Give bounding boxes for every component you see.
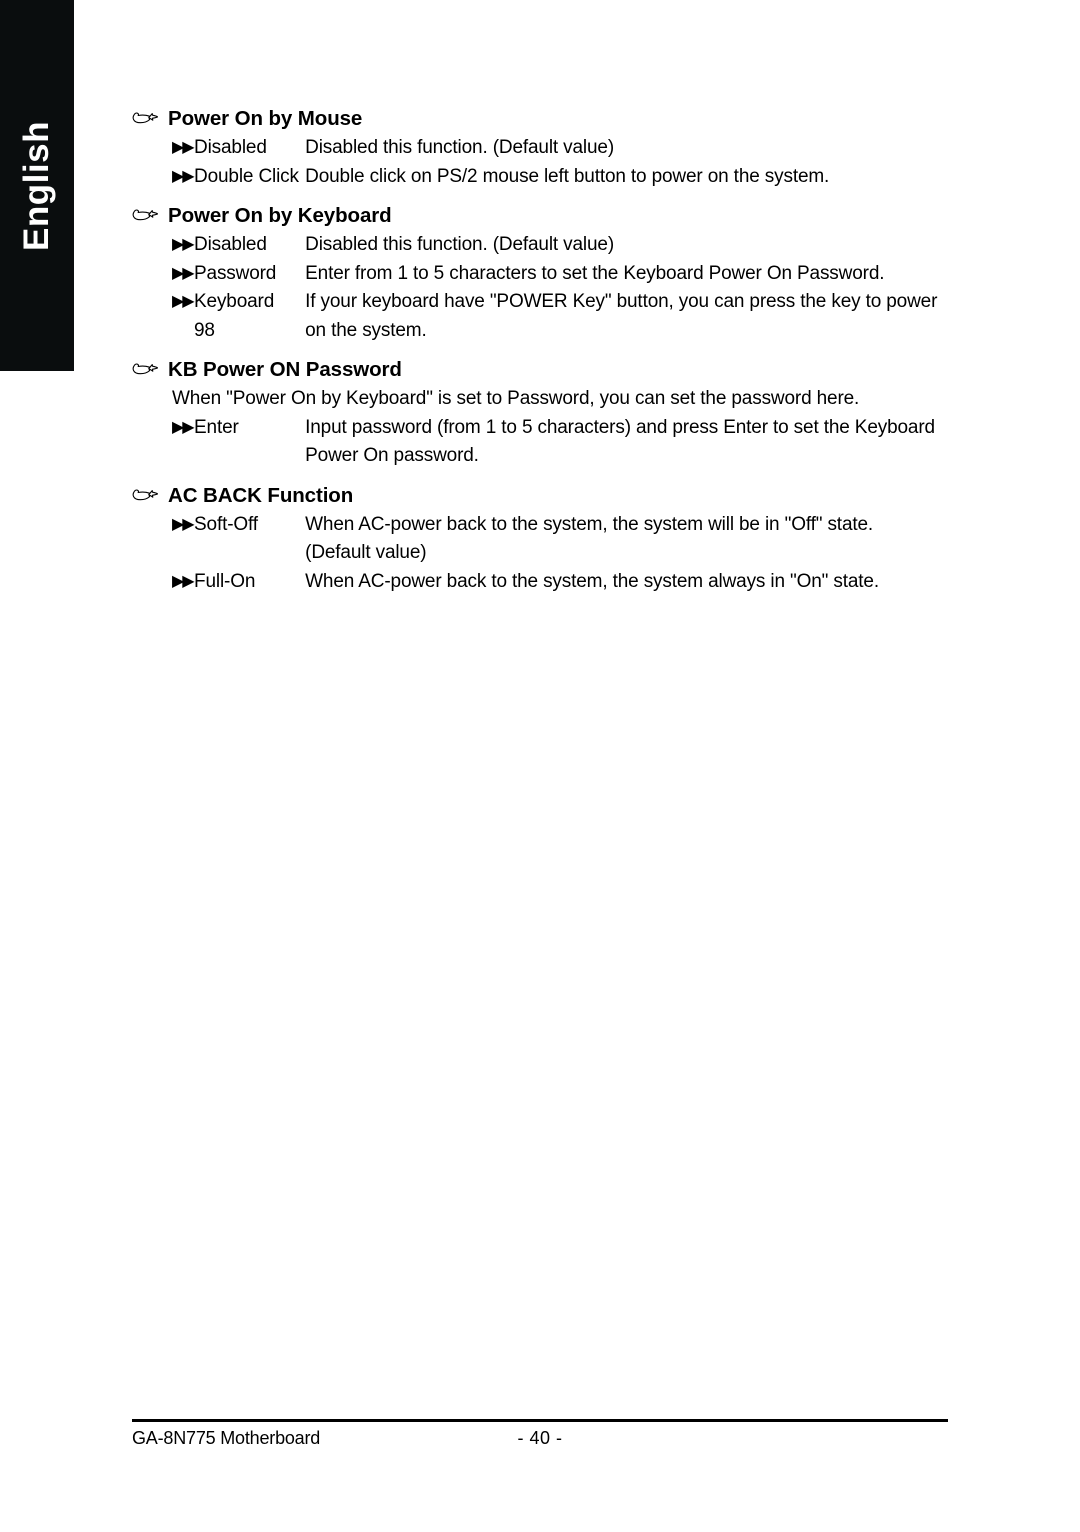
option-description-line2: on the system. — [305, 319, 427, 341]
option-description: Disabled this function. (Default value) — [305, 234, 615, 255]
section-heading: AC BACK Function — [132, 481, 962, 511]
option-row: ▶▶ Disabled Disabled this function. (Def… — [132, 134, 962, 163]
double-arrow-icon: ▶▶ — [172, 418, 195, 436]
footer-page-number: - 40 - — [517, 1428, 563, 1448]
footer-row: GA-8N775 Motherboard - 40 - — [132, 1422, 948, 1456]
language-tab: English — [0, 0, 74, 371]
option-description-line1: Input password (from 1 to 5 characters) … — [305, 416, 935, 438]
double-arrow-icon: ▶▶ — [172, 139, 195, 156]
section-heading: Power On by Mouse — [132, 104, 962, 134]
section-power-on-by-mouse: Power On by Mouse ▶▶ Disabled Disabled t… — [132, 104, 962, 191]
section-heading-text: AC BACK Function — [168, 483, 354, 507]
section-heading-text: Power On by Mouse — [168, 107, 363, 130]
pointing-hand-icon — [132, 205, 158, 225]
double-arrow-icon: ▶▶ — [172, 167, 195, 185]
section-heading: Power On by Keyboard — [132, 201, 962, 231]
option-description: Enter from 1 to 5 characters to set the … — [305, 262, 885, 284]
option-description: When AC-power back to the system, the sy… — [305, 570, 879, 592]
section-heading-text: KB Power ON Password — [168, 358, 402, 381]
option-row: ▶▶ Soft-Off When AC-power back to the sy… — [132, 511, 962, 568]
pointing-hand-icon — [132, 108, 158, 128]
option-row: ▶▶ Double Click Double click on PS/2 mou… — [132, 163, 962, 192]
double-arrow-icon: ▶▶ — [172, 572, 195, 590]
double-arrow-icon: ▶▶ — [172, 264, 195, 282]
language-tab-label: English — [17, 120, 56, 251]
section-power-on-by-keyboard: Power On by Keyboard ▶▶ Disabled Disable… — [132, 201, 962, 345]
section-heading: KB Power ON Password — [132, 355, 962, 385]
section-kb-power-on-password: KB Power ON Password When "Power On by K… — [132, 355, 962, 471]
option-description-line2: Power On password. — [305, 445, 479, 466]
pointing-hand-icon — [132, 485, 158, 505]
section-heading-text: Power On by Keyboard — [168, 204, 392, 227]
double-arrow-icon: ▶▶ — [172, 515, 195, 533]
option-description: Double click on PS/2 mouse left button t… — [305, 165, 830, 187]
pointing-hand-icon — [132, 359, 158, 379]
option-row: ▶▶ Keyboard 98 If your keyboard have "PO… — [132, 288, 962, 345]
option-row: ▶▶ Disabled Disabled this function. (Def… — [132, 231, 962, 260]
section-intro-text: When "Power On by Keyboard" is set to Pa… — [172, 388, 860, 409]
option-description: Input password (from 1 to 5 characters) … — [305, 414, 945, 471]
option-row: ▶▶ Password Enter from 1 to 5 characters… — [132, 260, 962, 289]
option-row: ▶▶ Full-On When AC-power back to the sys… — [132, 568, 962, 597]
page-footer: GA-8N775 Motherboard - 40 - — [132, 1419, 948, 1456]
page-content: Power On by Mouse ▶▶ Disabled Disabled t… — [132, 104, 962, 596]
double-arrow-icon: ▶▶ — [172, 236, 195, 253]
option-description-line1: When AC-power back to the system, the sy… — [305, 513, 874, 535]
manual-page: English Power On by Mouse ▶▶ Disabled Di… — [0, 0, 1080, 1532]
option-description: If your keyboard have "POWER Key" button… — [305, 288, 945, 345]
section-ac-back-function: AC BACK Function ▶▶ Soft-Off When AC-pow… — [132, 481, 962, 597]
option-description: When AC-power back to the system, the sy… — [305, 511, 945, 568]
double-arrow-icon: ▶▶ — [172, 293, 195, 310]
option-description-line2: (Default value) — [305, 542, 427, 563]
option-description-line1: If your keyboard have "POWER Key" button… — [305, 291, 938, 312]
option-row: ▶▶ Enter Input password (from 1 to 5 cha… — [132, 414, 962, 471]
option-description: Disabled this function. (Default value) — [305, 137, 615, 158]
